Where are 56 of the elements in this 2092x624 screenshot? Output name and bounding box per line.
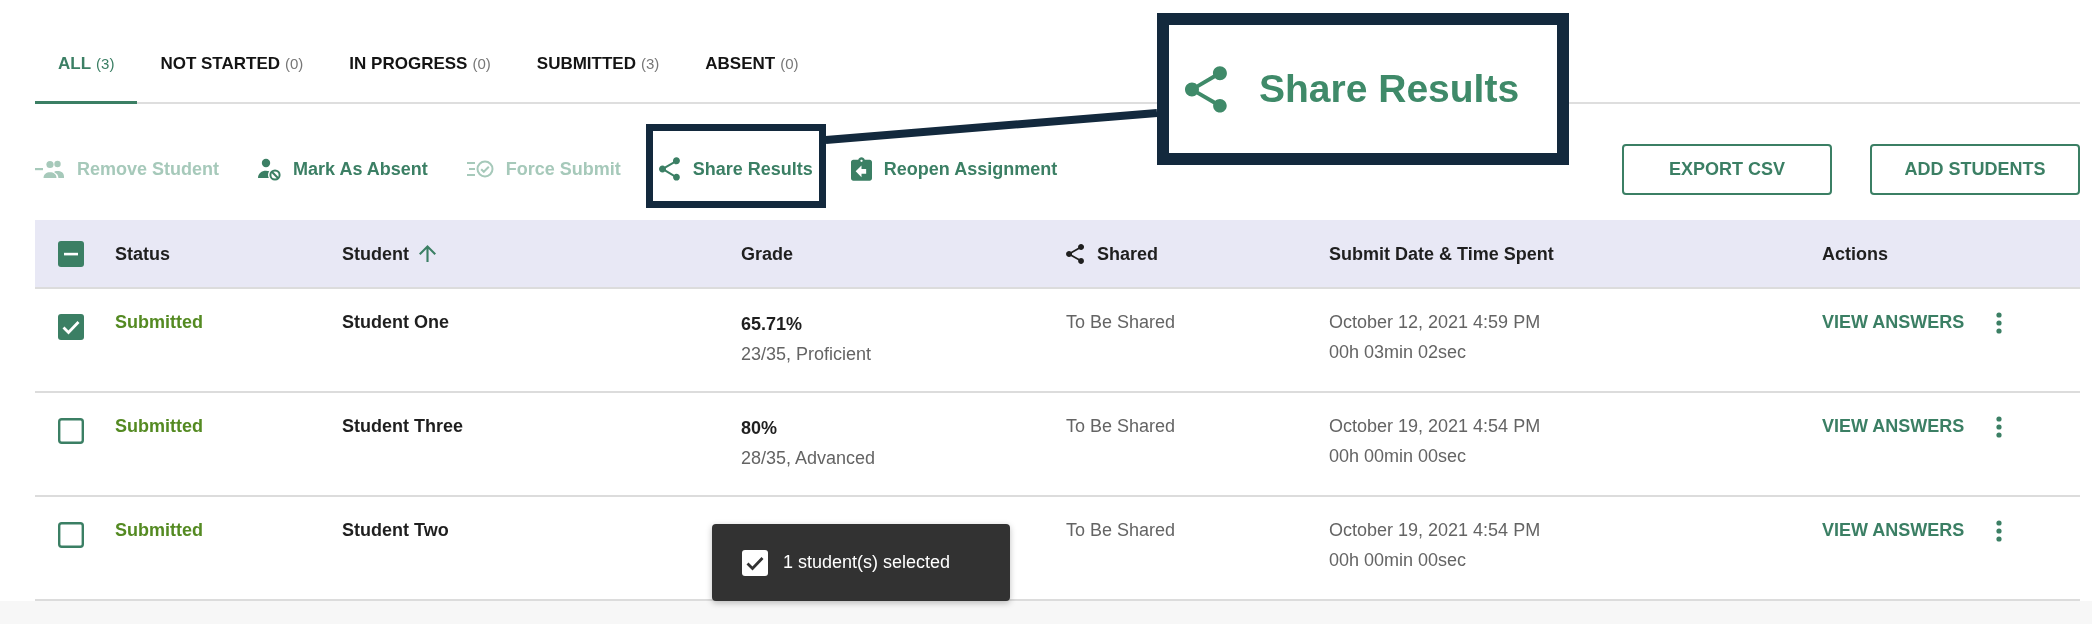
share-icon	[1185, 65, 1229, 113]
submit-date: October 19, 2021 4:54 PM	[1329, 519, 1541, 542]
more-options-icon[interactable]	[1996, 416, 2003, 438]
column-header: Shared	[1097, 242, 1159, 266]
shared-status: To Be Shared	[1066, 519, 1176, 542]
more-options-icon[interactable]	[1996, 312, 2003, 334]
list-check-icon	[465, 159, 494, 179]
shared-status: To Be Shared	[1066, 415, 1176, 438]
view-answers-button[interactable]: VIEW ANSWERS	[1822, 515, 1965, 545]
grade-percent: 65.71%	[741, 313, 803, 336]
student-name: Student Three	[342, 415, 463, 438]
view-answers-button[interactable]: VIEW ANSWERS	[1822, 307, 1965, 337]
grade-percent: 80%	[741, 417, 778, 440]
student-name: Student Two	[342, 519, 449, 542]
tab[interactable]: ABSENT (0)	[682, 0, 822, 104]
view-answers-button[interactable]: VIEW ANSWERS	[1822, 411, 1965, 441]
toast-checkbox[interactable]	[742, 549, 768, 576]
person-blocked-icon	[257, 157, 282, 181]
select-all-checkbox[interactable]	[58, 240, 84, 267]
tab[interactable]: IN PROGRESS (0)	[326, 0, 514, 104]
row-checkbox[interactable]	[58, 522, 84, 548]
toolbar-button[interactable]: Share Results	[658, 157, 813, 181]
time-spent: 00h 00min 00sec	[1329, 549, 1467, 572]
callout-text: Share Results	[1259, 67, 1520, 111]
column-header: Status	[115, 242, 170, 266]
tab[interactable]: ALL (3)	[35, 0, 138, 104]
tab[interactable]: SUBMITTED (3)	[513, 0, 683, 104]
row-checkbox[interactable]	[58, 418, 84, 444]
toast-text: 1 student(s) selected	[783, 552, 951, 573]
outline-button[interactable]: ADD STUDENTS	[1870, 143, 2080, 195]
tab[interactable]: NOT STARTED (0)	[137, 0, 327, 104]
column-header: Submit Date & Time Spent	[1329, 242, 1554, 266]
status-text: Submitted	[115, 311, 203, 334]
outline-button[interactable]: EXPORT CSV	[1622, 143, 1832, 195]
status-text: Submitted	[115, 519, 203, 542]
share-icon	[658, 157, 681, 181]
column-header: Actions	[1822, 242, 1888, 266]
submit-date: October 19, 2021 4:54 PM	[1329, 415, 1541, 438]
toolbar-button[interactable]: Reopen Assignment	[850, 157, 1058, 181]
toolbar-button[interactable]: Mark As Absent	[257, 157, 428, 181]
grade-detail: 28/35, Advanced	[741, 447, 876, 470]
grade-detail: 23/35, Proficient	[741, 343, 872, 366]
time-spent: 00h 00min 00sec	[1329, 445, 1467, 468]
column-header: Grade	[741, 242, 794, 266]
submit-date: October 12, 2021 4:59 PM	[1329, 311, 1541, 334]
column-header: Student	[342, 242, 409, 266]
clipboard-arrow-icon	[850, 157, 872, 181]
student-name: Student One	[342, 311, 449, 334]
shared-status: To Be Shared	[1066, 311, 1176, 334]
status-text: Submitted	[115, 415, 203, 438]
time-spent: 00h 03min 02sec	[1329, 341, 1467, 364]
people-minus-icon	[35, 160, 65, 178]
share-icon	[1066, 243, 1085, 264]
more-options-icon[interactable]	[1996, 520, 2003, 542]
row-checkbox[interactable]	[58, 314, 84, 340]
arrow-up-icon[interactable]	[419, 245, 436, 262]
